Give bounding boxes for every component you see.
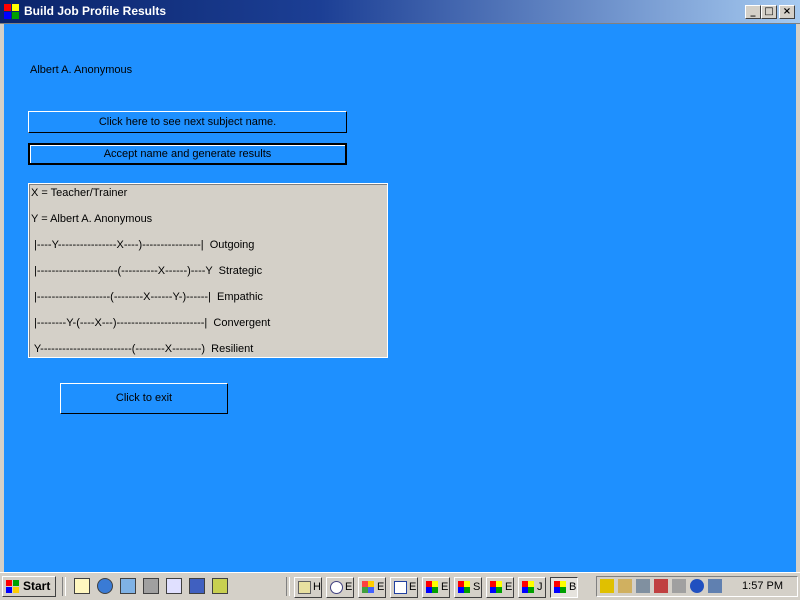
task-button[interactable]: E [390, 577, 418, 598]
legend-x: X = Teacher/Trainer [31, 187, 128, 199]
app-icon[interactable] [4, 4, 20, 20]
disconnected-icon[interactable] [654, 579, 668, 593]
app-window-icon [426, 581, 439, 594]
info-icon[interactable] [690, 579, 704, 593]
window-title: Build Job Profile Results [24, 4, 167, 18]
task-label: E [441, 581, 449, 593]
task-label: E [345, 581, 353, 593]
clock[interactable]: 1:57 PM [742, 580, 783, 592]
ie-icon[interactable] [97, 578, 113, 594]
task-label: H [313, 581, 321, 593]
task-button[interactable]: S [454, 577, 482, 598]
task-label: B [569, 581, 577, 593]
start-button[interactable]: Start [2, 576, 56, 597]
task-label: E [377, 581, 385, 593]
printer-icon[interactable] [672, 579, 686, 593]
task-button[interactable]: E [486, 577, 514, 598]
app-window-icon [490, 581, 503, 594]
scale-convergent: |--------Y-(----X---)-------------------… [31, 317, 271, 329]
app-window-icon [458, 581, 471, 594]
task-button-active[interactable]: B [550, 577, 578, 598]
next-subject-button[interactable]: Click here to see next subject name. [28, 111, 347, 133]
minimize-button[interactable]: _ [745, 5, 761, 19]
task-button[interactable]: J [518, 577, 546, 598]
task-label: J [537, 581, 543, 593]
taskbar: Start H E E E E S E J B 1:57 PM [0, 572, 800, 600]
word-icon [394, 581, 407, 594]
task-button[interactable]: E [422, 577, 450, 598]
results-listbox[interactable]: X = Teacher/Trainer Y = Albert A. Anonym… [28, 183, 388, 358]
camera-icon[interactable] [212, 578, 228, 594]
task-label: E [409, 581, 417, 593]
scale-empathic: |--------------------(--------X------Y-)… [31, 291, 263, 303]
tool-icon[interactable] [166, 578, 182, 594]
legend-y: Y = Albert A. Anonymous [31, 213, 153, 225]
close-button[interactable]: × [779, 5, 795, 19]
speaker-icon[interactable] [600, 579, 614, 593]
task-label: E [505, 581, 513, 593]
scale-outgoing: |----Y----------------X----)------------… [31, 239, 255, 251]
client-area: Albert A. Anonymous Click here to see ne… [4, 24, 796, 572]
desktop-icon[interactable] [74, 578, 90, 594]
grid-app-icon[interactable] [143, 578, 159, 594]
app-window-icon [522, 581, 535, 594]
start-label: Start [23, 579, 51, 593]
scale-resilient: Y-------------------------(--------X----… [31, 343, 254, 355]
task-button[interactable]: E [358, 577, 386, 598]
title-bar[interactable]: Build Job Profile Results _ □ × [0, 0, 800, 24]
cursor-icon[interactable] [189, 578, 205, 594]
computer-icon[interactable] [708, 579, 722, 593]
network-icon[interactable] [120, 578, 136, 594]
task-label: S [473, 581, 481, 593]
exit-button[interactable]: Click to exit [60, 383, 228, 414]
subject-name-label: Albert A. Anonymous [30, 64, 133, 76]
search-icon [330, 581, 343, 594]
monitor-icon[interactable] [636, 579, 650, 593]
task-button[interactable]: E [326, 577, 354, 598]
colorful-app-icon [362, 581, 375, 594]
network-status-icon[interactable] [618, 579, 632, 593]
app-window-icon [554, 581, 567, 594]
maximize-button[interactable]: □ [761, 5, 777, 19]
taskbar-separator [62, 577, 66, 596]
scale-strategic: |----------------------(----------X-----… [31, 265, 263, 277]
accept-name-button[interactable]: Accept name and generate results [28, 143, 347, 165]
windows-logo-icon [6, 580, 20, 593]
taskbar-separator [286, 577, 290, 596]
task-button[interactable]: H [294, 577, 322, 598]
explorer-icon [298, 581, 311, 594]
system-tray: 1:57 PM [596, 576, 798, 597]
